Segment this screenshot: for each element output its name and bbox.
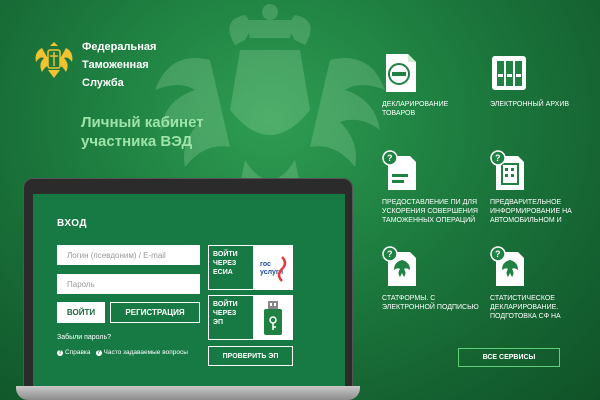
service-label: СТАТИСТИЧЕСКОЕ ДЕКЛАРИРОВАНИЕ. ПОДГОТОВК… [490, 294, 600, 321]
service-label-line: СТАТИСТИЧЕСКОЕ [490, 295, 555, 302]
customs-emblem-icon [35, 42, 73, 78]
service-label-line: ТОВАРОВ [382, 110, 416, 117]
emblem-question-icon: ? [382, 246, 416, 286]
document-question-icon: ? [382, 150, 416, 190]
gosuslugi-logo-icon: гос услуги [253, 246, 292, 289]
svg-text:?: ? [387, 153, 393, 163]
help-links: ? Справка ? Часто задаваемые вопросы [57, 349, 188, 356]
esia-line: ЕСИА [213, 269, 233, 276]
help-link-label: Справка [65, 349, 91, 356]
service-archive[interactable]: ЭЛЕКТРОННЫЙ АРХИВ [490, 52, 600, 109]
ep-login-button[interactable]: ВОЙТИ ЧЕРЕЗ ЭП [208, 295, 293, 340]
service-label-line: ПОДГОТОВКА СФ НА [490, 313, 561, 320]
usb-token-icon [253, 296, 292, 339]
ep-line: ВОЙТИ [213, 301, 238, 308]
forgot-password-link[interactable]: Забыли пароль? [57, 334, 111, 341]
service-label-line: УСКОРЕНИЯ СОВЕРШЕНИЯ [382, 208, 478, 215]
laptop-frame: ВХОД ВОЙТИ РЕГИСТРАЦИЯ Забыли пароль? ?С… [23, 178, 353, 391]
service-label: ПРЕДВАРИТЕЛЬНОЕ ИНФОРМИРОВАНИЕ НА АВТОМО… [490, 198, 600, 225]
page-title-line: участника ВЭД [81, 133, 193, 150]
service-label-line: ЭЛЕКТРОННОЙ ПОДПИСЬЮ [382, 304, 479, 311]
help-link[interactable]: ? Справка [57, 349, 91, 356]
service-preliminary-info[interactable]: ? ПРЕДОСТАВЛЕНИЕ ПИ ДЛЯ УСКОРЕНИЯ СОВЕРШ… [382, 150, 492, 225]
brand-block: Федеральная Таможенная Служба [34, 38, 172, 92]
service-label-line: ТАМОЖЕННЫХ ОПЕРАЦИЙ [382, 217, 476, 224]
all-services-button[interactable]: ВСЕ СЕРВИСЫ [458, 348, 560, 367]
page-title-line: Личный кабинет [81, 114, 204, 131]
calculator-question-icon: ? [490, 150, 524, 190]
svg-text:?: ? [495, 153, 501, 163]
login-panel: ВХОД ВОЙТИ РЕГИСТРАЦИЯ Забыли пароль? ?С… [33, 194, 345, 391]
login-button[interactable]: ВОЙТИ [57, 302, 105, 323]
esia-line: ВОЙТИ [213, 251, 238, 258]
service-label-line: СТАТФОРМЫ. С [382, 295, 436, 302]
service-label-line: ДЕКЛАРИРОВАНИЕ. [490, 304, 559, 311]
ep-line: ЧЕРЕЗ [213, 310, 237, 317]
service-label: ДЕКЛАРИРОВАНИЕ ТОВАРОВ [382, 100, 492, 118]
info-icon: ? [95, 350, 102, 356]
brand-name: Федеральная Таможенная Служба [82, 38, 172, 92]
login-input[interactable] [57, 245, 200, 265]
page-title: Личный кабинет участника ВЭД [81, 113, 204, 151]
service-label: ПРЕДОСТАВЛЕНИЕ ПИ ДЛЯ УСКОРЕНИЯ СОВЕРШЕН… [382, 198, 492, 225]
ep-line: ЭП [213, 319, 224, 326]
svg-text:?: ? [495, 249, 501, 259]
svg-text:?: ? [387, 249, 393, 259]
ep-login-label: ВОЙТИ ЧЕРЕЗ ЭП [209, 296, 253, 339]
service-label-line: ИНФОРМИРОВАНИЕ НА [490, 208, 572, 215]
brand-name-line: Федеральная [82, 41, 157, 53]
verify-ep-button[interactable]: ПРОВЕРИТЬ ЭП [208, 346, 293, 366]
faq-link[interactable]: ? Часто задаваемые вопросы [95, 349, 188, 356]
register-button[interactable]: РЕГИСТРАЦИЯ [110, 302, 200, 323]
gosuslugi-logo-text: гос [260, 261, 271, 268]
service-label-line: ПРЕДОСТАВЛЕНИЕ ПИ ДЛЯ [382, 199, 478, 206]
brand-name-line: Служба [82, 77, 124, 89]
service-statforms[interactable]: ? СТАТФОРМЫ. С ЭЛЕКТРОННОЙ ПОДПИСЬЮ [382, 246, 492, 312]
esia-line: ЧЕРЕЗ [213, 260, 237, 267]
archive-icon [492, 56, 526, 90]
esia-login-label: ВОЙТИ ЧЕРЕЗ ЕСИА [209, 246, 253, 289]
service-label: ЭЛЕКТРОННЫЙ АРХИВ [490, 100, 600, 109]
password-input[interactable] [57, 274, 200, 294]
service-label-line: ЭЛЕКТРОННЫЙ АРХИВ [490, 101, 570, 108]
laptop-base [16, 386, 360, 400]
service-label-line: АВТОМОБИЛЬНОМ И [490, 217, 562, 224]
help-icon: ? [57, 350, 63, 356]
service-label-line: ПРЕДВАРИТЕЛЬНОЕ [490, 199, 562, 206]
service-declaration[interactable]: ДЕКЛАРИРОВАНИЕ ТОВАРОВ [382, 52, 492, 118]
service-label-line: ДЕКЛАРИРОВАНИЕ [382, 101, 449, 108]
declaration-icon [386, 54, 416, 92]
brand-name-line: Таможенная [82, 59, 149, 71]
login-title: ВХОД [57, 218, 88, 229]
emblem-question-icon: ? [490, 246, 524, 286]
laptop-illustration: ВХОД ВОЙТИ РЕГИСТРАЦИЯ Забыли пароль? ?С… [16, 178, 360, 400]
service-advance-notification[interactable]: ? ПРЕДВАРИТЕЛЬНОЕ ИНФОРМИРОВАНИЕ НА АВТО… [490, 150, 600, 225]
service-statistical-declaration[interactable]: ? СТАТИСТИЧЕСКОЕ ДЕКЛАРИРОВАНИЕ. ПОДГОТО… [490, 246, 600, 321]
service-label: СТАТФОРМЫ. С ЭЛЕКТРОННОЙ ПОДПИСЬЮ [382, 294, 492, 312]
esia-login-button[interactable]: ВОЙТИ ЧЕРЕЗ ЕСИА гос услуги [208, 245, 293, 290]
faq-link-label: Часто задаваемые вопросы [103, 349, 188, 356]
